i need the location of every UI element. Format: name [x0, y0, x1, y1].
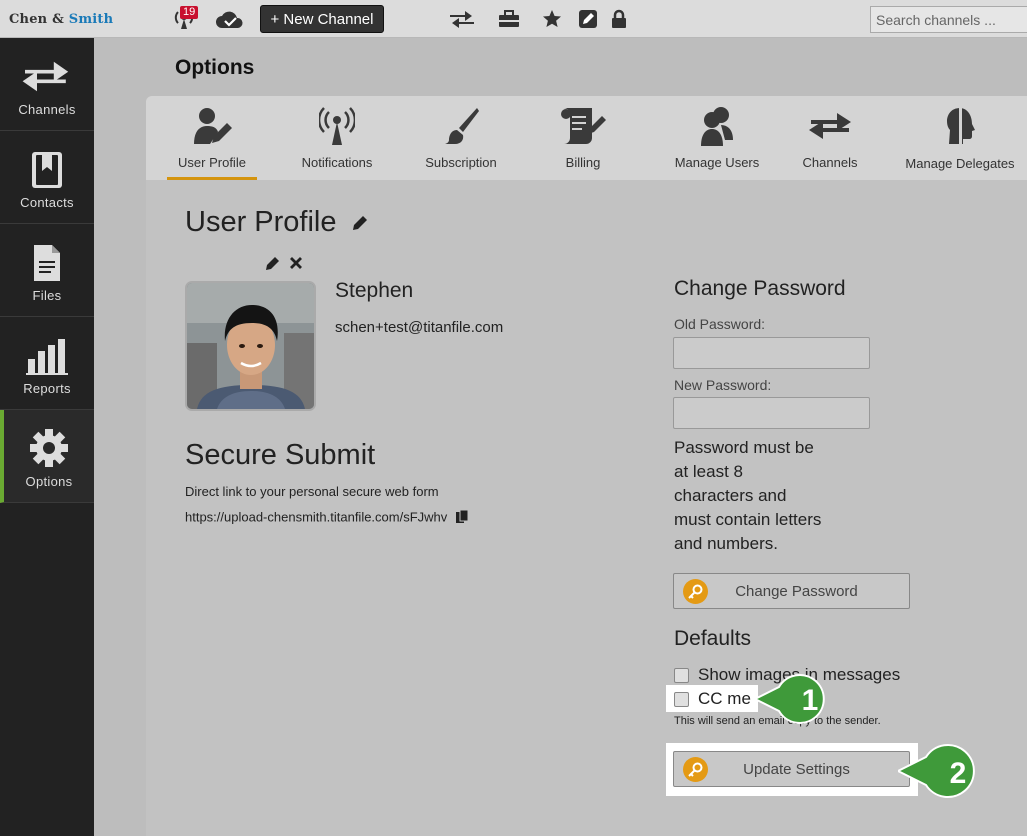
tab-subscription[interactable]: Subscription: [415, 96, 507, 180]
old-password-field[interactable]: [673, 337, 870, 369]
old-password-label: Old Password:: [674, 316, 766, 332]
lock-icon[interactable]: [607, 8, 631, 30]
defaults-title: Defaults: [674, 627, 752, 650]
edit-pencil-icon[interactable]: [351, 207, 369, 240]
user-name: Stephen: [335, 279, 414, 302]
password-rule-line: Password must be: [674, 438, 814, 457]
sidebar-item-label: Reports: [23, 381, 71, 396]
copy-icon[interactable]: [455, 509, 469, 527]
new-channel-button[interactable]: + New Channel: [260, 5, 384, 33]
update-settings-button[interactable]: Update Settings: [673, 751, 910, 787]
page-title: Options: [175, 56, 255, 79]
sidebar-item-options[interactable]: Options: [0, 410, 94, 503]
show-images-checkbox[interactable]: [674, 667, 689, 683]
callout-number: 2: [950, 757, 967, 790]
brand-amp: &: [52, 12, 64, 27]
file-icon: [33, 240, 61, 282]
change-password-button-label: Change Password: [735, 582, 858, 600]
sidebar-item-channels[interactable]: Channels: [0, 38, 94, 131]
arrows-exchange-icon: [807, 106, 853, 146]
avatar: [185, 281, 316, 411]
sidebar-item-label: Contacts: [20, 195, 74, 210]
update-settings-button-label: Update Settings: [743, 760, 850, 778]
new-password-field[interactable]: [673, 397, 870, 429]
avatar-edit-icon[interactable]: [265, 255, 281, 276]
user-email: schen+test@titanfile.com: [335, 319, 504, 336]
edit-box-icon[interactable]: [576, 8, 600, 30]
tab-label: Subscription: [425, 155, 497, 170]
user-edit-icon: [192, 106, 232, 146]
password-rule-text: Password must be at least 8 characters a…: [674, 436, 844, 556]
toolbox-icon[interactable]: [497, 8, 521, 30]
sidebar-item-label: Options: [25, 474, 73, 489]
brand-part1: Chen: [9, 12, 48, 27]
callout-1: 1: [752, 673, 839, 730]
notifications-badge: 19: [180, 6, 199, 19]
delegate-head-icon: [944, 106, 976, 146]
tab-channels[interactable]: Channels: [798, 96, 862, 180]
section-title: User Profile: [185, 206, 369, 240]
users-icon: [699, 106, 735, 146]
password-rule-line: characters and: [674, 486, 787, 505]
tab-manage-delegates[interactable]: Manage Delegates: [903, 96, 1017, 180]
star-icon[interactable]: [540, 8, 564, 30]
tab-label: Channels: [802, 155, 858, 170]
bar-chart-icon: [26, 333, 68, 375]
tab-label: Notifications: [301, 155, 373, 170]
tab-notifications[interactable]: Notifications: [292, 96, 382, 180]
secure-submit-title: Secure Submit: [185, 439, 376, 471]
cc-me-option[interactable]: CC me: [674, 689, 751, 709]
secure-submit-description: Direct link to your personal secure web …: [185, 484, 439, 499]
callout-2: 2: [895, 743, 986, 804]
key-icon: [683, 579, 708, 604]
broadcast-icon: [319, 106, 355, 146]
tab-manage-users[interactable]: Manage Users: [671, 96, 763, 180]
password-rule-line: and numbers.: [674, 534, 778, 553]
cloud-check-icon[interactable]: [214, 8, 246, 30]
secure-submit-url[interactable]: https://upload-chensmith.titanfile.com/s…: [185, 509, 447, 524]
sidebar-item-reports[interactable]: Reports: [0, 317, 94, 410]
sidebar-item-files[interactable]: Files: [0, 224, 94, 317]
key-icon: [683, 757, 708, 782]
contacts-book-icon: [31, 147, 63, 189]
tab-label: Manage Users: [674, 155, 760, 170]
sidebar-item-label: Channels: [18, 102, 76, 117]
brand-part2: Smith: [68, 12, 114, 27]
sidebar-item-contacts[interactable]: Contacts: [0, 131, 94, 224]
brand-logo[interactable]: Chen & Smith: [9, 12, 113, 27]
tab-user-profile[interactable]: User Profile: [167, 96, 257, 180]
password-rule-line: at least 8: [674, 462, 743, 481]
gear-icon: [29, 426, 69, 468]
scroll-edit-icon: [560, 106, 606, 146]
change-password-title: Change Password: [674, 277, 846, 300]
options-tab-bar: User Profile Notifications Subscription …: [146, 96, 1027, 180]
change-password-button[interactable]: Change Password: [673, 573, 910, 609]
avatar-remove-icon[interactable]: [289, 256, 303, 275]
secure-submit-link: https://upload-chensmith.titanfile.com/s…: [185, 509, 469, 527]
brush-icon: [443, 106, 479, 146]
cc-me-checkbox[interactable]: [674, 691, 689, 707]
arrows-exchange-icon[interactable]: [450, 8, 474, 30]
cc-me-label: CC me: [698, 689, 751, 708]
section-title-text: User Profile: [185, 206, 337, 238]
arrows-exchange-icon: [21, 54, 73, 96]
tab-billing[interactable]: Billing: [543, 96, 623, 180]
tab-label: Billing: [565, 155, 601, 170]
tab-label: User Profile: [178, 155, 246, 170]
sidebar-item-label: Files: [32, 288, 62, 303]
sidebar: Channels Contacts Files Reports Options: [0, 38, 94, 836]
password-rule-line: must contain letters: [674, 510, 822, 529]
tab-label: Manage Delegates: [905, 156, 1015, 171]
callout-number: 1: [802, 684, 819, 717]
search-channels-input[interactable]: [870, 6, 1027, 33]
new-password-label: New Password:: [674, 377, 772, 393]
top-bar: Chen & Smith 19 + New Channel: [0, 0, 1027, 38]
